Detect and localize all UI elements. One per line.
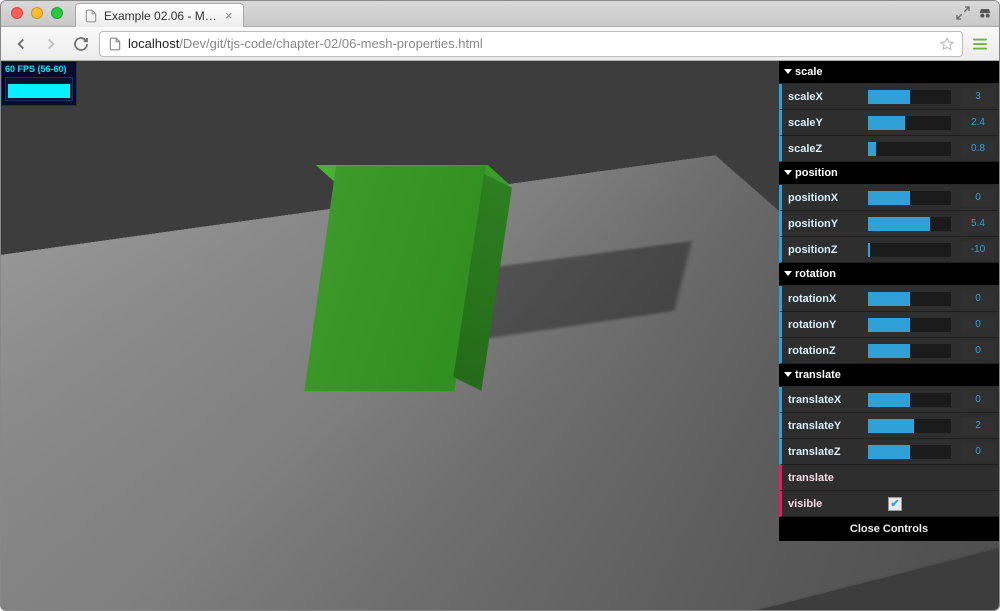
- slider-row-positionZ[interactable]: positionZ -10: [779, 237, 999, 263]
- slider-label: rotationY: [788, 319, 862, 331]
- visible-row[interactable]: visible ✔: [779, 491, 999, 517]
- back-button[interactable]: [9, 32, 33, 56]
- visible-label: visible: [788, 498, 862, 510]
- slider-fill: [868, 393, 910, 407]
- window-expand-icon[interactable]: [955, 5, 971, 21]
- window-close-button[interactable]: [11, 7, 23, 19]
- slider-track[interactable]: [868, 116, 951, 130]
- page-file-icon: [108, 37, 122, 51]
- slider-fill: [868, 217, 930, 231]
- slider-label: translateX: [788, 394, 862, 406]
- translate-action-label: translate: [788, 472, 862, 484]
- slider-label: rotationX: [788, 293, 862, 305]
- url-text: localhost/Dev/git/tjs-code/chapter-02/06…: [128, 36, 483, 51]
- slider-row-positionX[interactable]: positionX 0: [779, 185, 999, 211]
- slider-label: translateY: [788, 420, 862, 432]
- slider-track[interactable]: [868, 318, 951, 332]
- slider-value[interactable]: 0: [961, 290, 995, 308]
- slider-value[interactable]: 2: [961, 417, 995, 435]
- slider-value[interactable]: 2.4: [961, 114, 995, 132]
- folder-title-scale[interactable]: scale: [779, 61, 999, 84]
- slider-row-rotationZ[interactable]: rotationZ 0: [779, 338, 999, 364]
- close-controls-button[interactable]: Close Controls: [779, 517, 999, 541]
- browser-window: Example 02.06 - Mesh Pro × l: [0, 0, 1000, 611]
- tab-close-button[interactable]: ×: [225, 9, 233, 22]
- visible-checkbox[interactable]: ✔: [888, 497, 902, 511]
- dat-gui-panel: scalescaleX3scaleY2.4scaleZ0.8positionpo…: [779, 61, 999, 541]
- slider-label: scaleZ: [788, 143, 862, 155]
- url-host: localhost: [128, 36, 179, 51]
- traffic-lights: [11, 7, 63, 19]
- slider-track[interactable]: [868, 217, 951, 231]
- slider-track[interactable]: [868, 142, 951, 156]
- tab-strip: Example 02.06 - Mesh Pro ×: [1, 1, 999, 27]
- slider-fill: [868, 142, 876, 156]
- slider-value[interactable]: 5.4: [961, 215, 995, 233]
- slider-track[interactable]: [868, 445, 951, 459]
- slider-track[interactable]: [868, 344, 951, 358]
- browser-tab[interactable]: Example 02.06 - Mesh Pro ×: [75, 3, 244, 27]
- slider-value[interactable]: 0: [961, 391, 995, 409]
- slider-value[interactable]: 0.8: [961, 140, 995, 158]
- slider-value[interactable]: 0: [961, 443, 995, 461]
- slider-track[interactable]: [868, 191, 951, 205]
- folder-title-rotation[interactable]: rotation: [779, 263, 999, 286]
- chrome-menu-button[interactable]: [969, 33, 991, 55]
- slider-track[interactable]: [868, 393, 951, 407]
- slider-label: rotationZ: [788, 345, 862, 357]
- file-icon: [84, 9, 98, 23]
- slider-fill: [868, 445, 910, 459]
- slider-row-scaleX[interactable]: scaleX 3: [779, 84, 999, 110]
- slider-value[interactable]: 3: [961, 88, 995, 106]
- slider-fill: [868, 292, 910, 306]
- bookmark-star-icon[interactable]: [940, 37, 954, 51]
- slider-label: scaleY: [788, 117, 862, 129]
- slider-fill: [868, 243, 870, 257]
- slider-fill: [868, 191, 910, 205]
- slider-value[interactable]: 0: [961, 189, 995, 207]
- reload-button[interactable]: [69, 32, 93, 56]
- slider-track[interactable]: [868, 243, 951, 257]
- forward-button[interactable]: [39, 32, 63, 56]
- slider-track[interactable]: [868, 292, 951, 306]
- page-content: 60 FPS (56-60) scalescaleX3scaleY2.4scal…: [1, 61, 999, 610]
- slider-track[interactable]: [868, 419, 951, 433]
- slider-fill: [868, 344, 910, 358]
- slider-row-translateZ[interactable]: translateZ 0: [779, 439, 999, 465]
- slider-value[interactable]: -10: [961, 241, 995, 259]
- window-minimize-button[interactable]: [31, 7, 43, 19]
- address-bar[interactable]: localhost/Dev/git/tjs-code/chapter-02/06…: [99, 31, 963, 57]
- url-path: /Dev/git/tjs-code/chapter-02/06-mesh-pro…: [179, 36, 482, 51]
- folder-title-position[interactable]: position: [779, 162, 999, 185]
- slider-fill: [868, 116, 905, 130]
- slider-row-translateY[interactable]: translateY 2: [779, 413, 999, 439]
- slider-row-positionY[interactable]: positionY 5.4: [779, 211, 999, 237]
- fps-meter[interactable]: 60 FPS (56-60): [1, 61, 77, 106]
- slider-label: positionZ: [788, 244, 862, 256]
- slider-label: positionY: [788, 218, 862, 230]
- slider-value[interactable]: 0: [961, 342, 995, 360]
- slider-value[interactable]: 0: [961, 316, 995, 334]
- tab-title: Example 02.06 - Mesh Pro: [104, 9, 219, 23]
- slider-fill: [868, 90, 910, 104]
- slider-label: positionX: [788, 192, 862, 204]
- window-zoom-button[interactable]: [51, 7, 63, 19]
- slider-fill: [868, 318, 910, 332]
- folder-title-translate[interactable]: translate: [779, 364, 999, 387]
- slider-label: scaleX: [788, 91, 862, 103]
- slider-row-translateX[interactable]: translateX 0: [779, 387, 999, 413]
- fps-graph: [5, 77, 73, 101]
- fps-text: 60 FPS (56-60): [5, 64, 73, 74]
- translate-action-row[interactable]: translate: [779, 465, 999, 491]
- slider-label: translateZ: [788, 446, 862, 458]
- green-mesh: [336, 166, 526, 391]
- slider-row-rotationX[interactable]: rotationX 0: [779, 286, 999, 312]
- slider-fill: [868, 419, 914, 433]
- incognito-icon: [977, 5, 993, 21]
- slider-row-scaleZ[interactable]: scaleZ 0.8: [779, 136, 999, 162]
- browser-toolbar: localhost/Dev/git/tjs-code/chapter-02/06…: [1, 27, 999, 61]
- slider-track[interactable]: [868, 90, 951, 104]
- slider-row-rotationY[interactable]: rotationY 0: [779, 312, 999, 338]
- slider-row-scaleY[interactable]: scaleY 2.4: [779, 110, 999, 136]
